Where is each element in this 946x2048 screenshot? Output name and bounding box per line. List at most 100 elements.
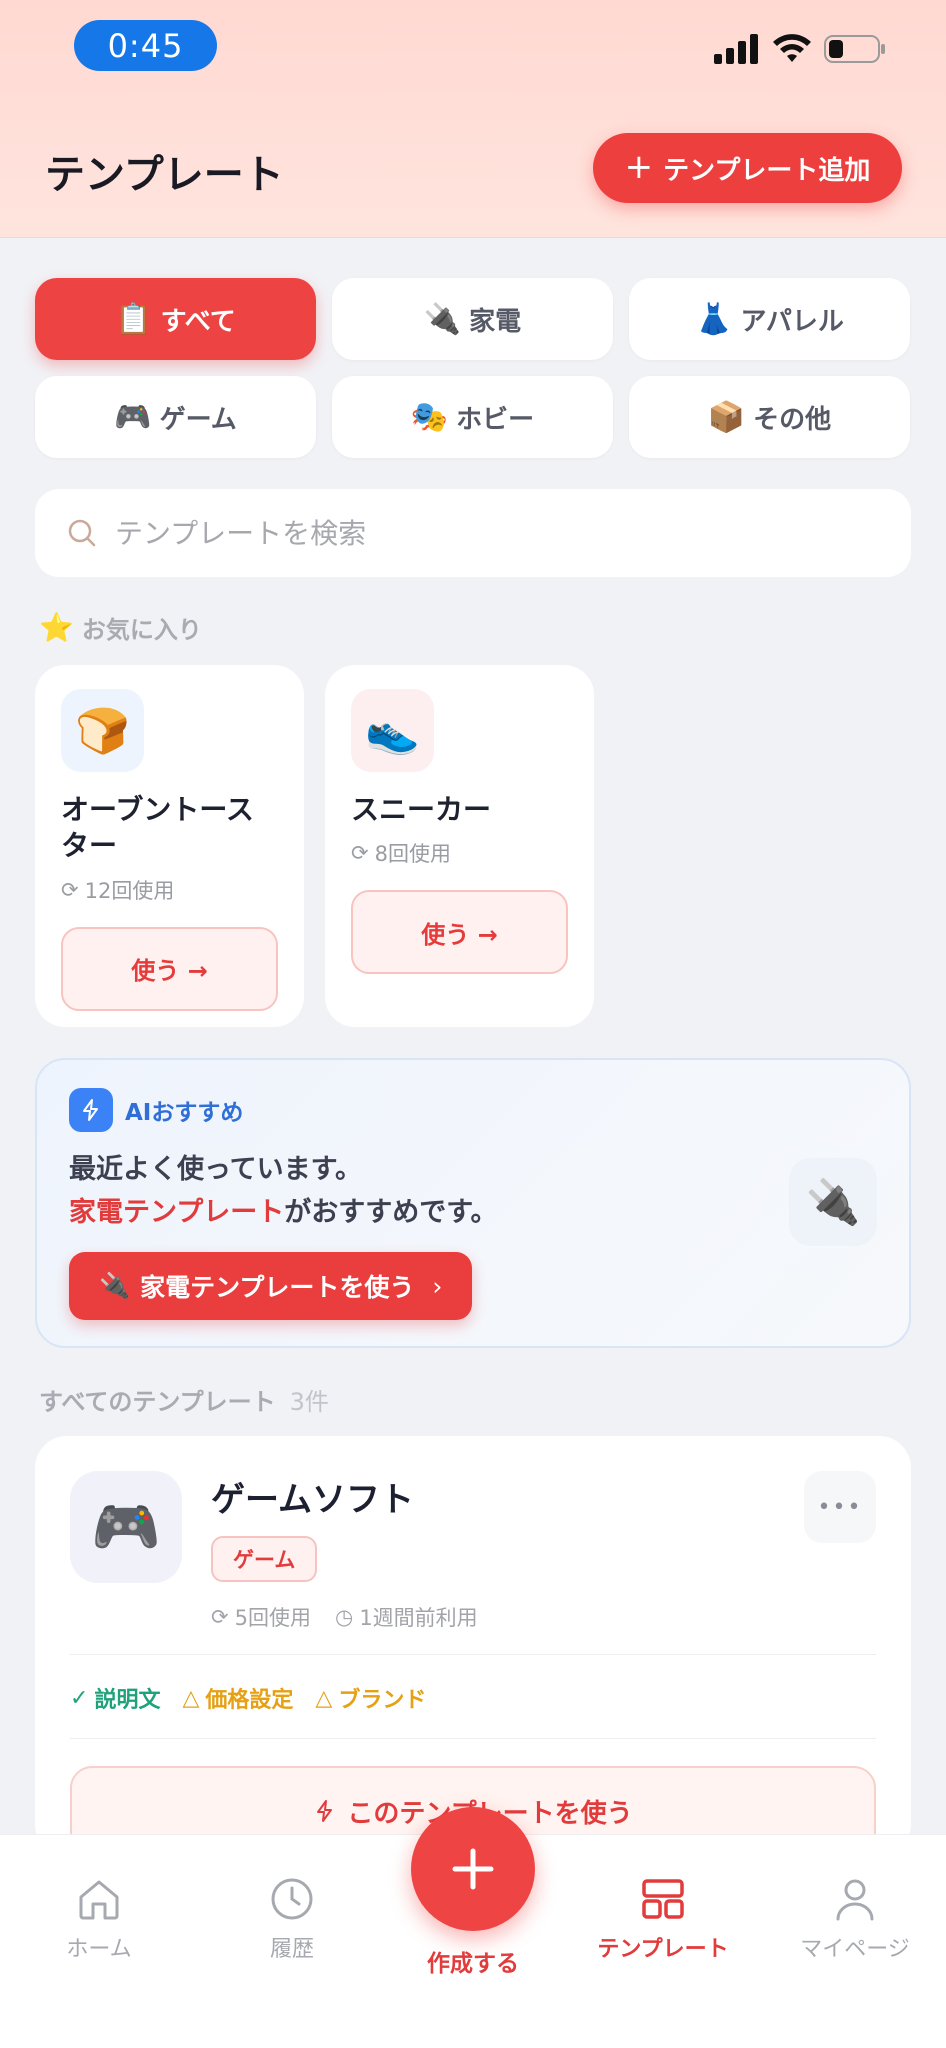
nav-home[interactable]: ホーム xyxy=(19,1875,179,1963)
search-bar xyxy=(35,489,911,577)
plus-icon: + xyxy=(624,146,654,187)
category-label: ホビー xyxy=(456,404,535,435)
gamepad-icon: 🎮 xyxy=(114,399,152,435)
add-template-button[interactable]: + テンプレート追加 xyxy=(593,133,902,203)
check-item-price: △ 価格設定 xyxy=(182,1682,293,1714)
category-appliance[interactable]: 🔌 家電 xyxy=(332,278,613,360)
use-favorite-button[interactable]: 使う → xyxy=(61,926,278,1011)
package-icon: 📦 xyxy=(707,399,746,435)
ai-highlight: 家電テンプレート xyxy=(69,1197,285,1229)
template-count: 3件 xyxy=(289,1388,329,1416)
nav-history[interactable]: 履歴 xyxy=(212,1875,372,1963)
check-label: ブランド xyxy=(338,1688,427,1713)
category-label: その他 xyxy=(753,404,832,435)
ai-heading: AIおすすめ xyxy=(69,1088,877,1132)
all-templates-label: すべてのテンプレート xyxy=(39,1388,276,1416)
category-label: ゲーム xyxy=(159,404,237,435)
nav-mypage[interactable]: マイページ xyxy=(775,1875,935,1963)
favorite-name: スニーカー xyxy=(351,793,492,826)
category-other[interactable]: 📦 その他 xyxy=(629,376,910,458)
template-card-game-software: 🎮 ゲームソフト ゲーム ⟳ 5回使用 ◷ 1週間前利用 ••• ✓ 説明文 △ 価格設… xyxy=(35,1436,911,1856)
gamepad-icon: 🎮 xyxy=(70,1471,182,1583)
plug-icon: 🔌 xyxy=(99,1271,131,1300)
nav-label: 履歴 xyxy=(269,1937,314,1962)
ai-message-rest: がおすすめです。 xyxy=(284,1197,498,1229)
ai-button-label: 家電テンプレートを使う xyxy=(140,1273,415,1302)
check-label: 価格設定 xyxy=(205,1688,294,1713)
search-input[interactable] xyxy=(115,516,875,550)
usage-text: 5回使用 xyxy=(234,1606,311,1630)
page-title: テンプレート xyxy=(45,152,284,198)
check-label: 説明文 xyxy=(94,1688,161,1713)
check-item-description: ✓ 説明文 xyxy=(70,1682,160,1714)
plug-icon: 🔌 xyxy=(423,301,462,337)
favorite-card-toaster: 🍞 オーブントースター ⟳ 12回使用 使う → xyxy=(35,665,304,1027)
use-appliance-template-button[interactable]: 🔌 家電テンプレートを使う › xyxy=(69,1252,473,1320)
chevron-right-icon: › xyxy=(432,1271,443,1301)
template-name: ゲームソフト xyxy=(211,1480,414,1520)
favorite-usage-text: 12回使用 xyxy=(84,878,175,903)
category-label: アパレル xyxy=(740,306,844,337)
last-used-text: 1週間前利用 xyxy=(359,1606,478,1630)
category-apparel[interactable]: 👗 アパレル xyxy=(629,278,910,360)
plus-icon xyxy=(452,1848,494,1890)
ai-message-line1: 最近よく使っています。 xyxy=(69,1154,362,1185)
last-used: ◷ 1週間前利用 xyxy=(335,1602,478,1632)
use-favorite-button[interactable]: 使う → xyxy=(351,890,568,975)
favorite-card-sneaker: 👟 スニーカー ⟳ 8回使用 使う → xyxy=(325,665,594,1027)
check-circle-icon: ✓ xyxy=(70,1685,89,1711)
refresh-icon: ⟳ xyxy=(351,841,369,866)
category-tag: ゲーム xyxy=(211,1536,318,1582)
bread-icon: 🍞 xyxy=(61,689,144,772)
category-all[interactable]: 📋 すべて xyxy=(35,278,316,360)
favorites-label: お気に入り xyxy=(81,616,202,644)
sneaker-icon: 👟 xyxy=(351,689,434,772)
check-item-brand: △ ブランド xyxy=(315,1682,426,1714)
create-fab-button[interactable] xyxy=(411,1807,535,1931)
refresh-icon: ⟳ xyxy=(211,1605,229,1629)
lightning-icon xyxy=(69,1088,113,1132)
favorite-name: オーブントースター xyxy=(61,793,254,863)
ai-title: AIおすすめ xyxy=(125,1100,244,1126)
refresh-icon: ⟳ xyxy=(61,877,79,902)
more-options-button[interactable]: ••• xyxy=(804,1471,876,1543)
ai-recommendation-card: AIおすすめ 最近よく使っています。 家電テンプレートがおすすめです。 🔌 家電… xyxy=(35,1058,911,1348)
lightning-icon xyxy=(317,1800,333,1822)
template-meta: ⟳ 5回使用 ◷ 1週間前利用 xyxy=(211,1602,478,1632)
create-label: 作成する xyxy=(427,1951,519,1977)
category-game[interactable]: 🎮 ゲーム xyxy=(35,376,316,458)
category-label: 家電 xyxy=(469,306,522,337)
clipboard-icon: 📋 xyxy=(115,301,153,337)
favorite-usage-text: 8回使用 xyxy=(374,842,451,867)
signal-icon xyxy=(714,34,758,64)
favorites-heading: ⭐ お気に入り xyxy=(39,610,202,645)
warning-icon: △ xyxy=(315,1685,333,1711)
usage-count: ⟳ 5回使用 xyxy=(211,1602,311,1632)
status-time: 0:45 xyxy=(74,20,217,71)
divider xyxy=(70,1738,876,1739)
favorite-usage: ⟳ 8回使用 xyxy=(351,838,568,868)
favorite-usage: ⟳ 12回使用 xyxy=(61,875,278,905)
plug-icon: 🔌 xyxy=(789,1158,877,1246)
header: 0:45 テンプレート + テンプレート追加 xyxy=(0,0,946,238)
home-icon xyxy=(79,1880,119,1920)
all-templates-heading: すべてのテンプレート 3件 xyxy=(39,1382,329,1417)
user-icon xyxy=(836,1879,874,1921)
clock-icon: ◷ xyxy=(334,1605,354,1629)
dress-icon: 👗 xyxy=(695,301,733,337)
warning-icon: △ xyxy=(182,1685,200,1711)
template-layout-icon xyxy=(642,1879,684,1919)
theater-masks-icon: 🎭 xyxy=(410,399,449,435)
template-checklist: ✓ 説明文 △ 価格設定 △ ブランド xyxy=(70,1682,426,1714)
add-template-label: テンプレート追加 xyxy=(663,155,871,186)
nav-label: テンプレート xyxy=(597,1937,729,1962)
star-icon: ⭐ xyxy=(39,611,74,644)
divider xyxy=(70,1654,876,1655)
category-hobby[interactable]: 🎭 ホビー xyxy=(332,376,613,458)
wifi-icon xyxy=(773,34,811,62)
clock-icon xyxy=(271,1878,313,1920)
ai-message: 最近よく使っています。 家電テンプレートがおすすめです。 xyxy=(69,1148,877,1234)
nav-templates[interactable]: テンプレート xyxy=(583,1875,743,1963)
nav-label: ホーム xyxy=(66,1937,132,1962)
nav-label: マイページ xyxy=(800,1937,910,1962)
